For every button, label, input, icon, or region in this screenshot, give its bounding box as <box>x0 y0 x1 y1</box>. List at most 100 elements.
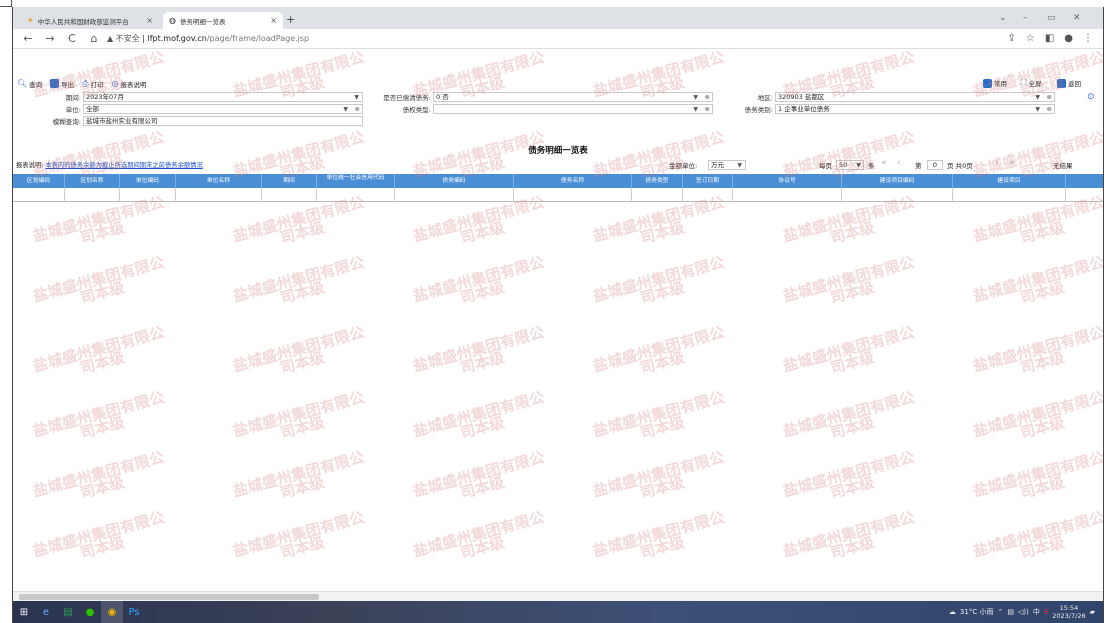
sogou-icon[interactable]: S <box>1044 608 1048 616</box>
close-icon[interactable]: × <box>270 16 277 25</box>
watermark: 盐城盛州集团有限公 司本级 <box>591 388 727 443</box>
right-type-select[interactable]: ▼ ⊗ <box>433 104 713 114</box>
minimize-icon[interactable]: – <box>1023 13 1028 23</box>
watermark: 盐城盛州集团有限公 司本级 <box>971 448 1104 503</box>
scroll-thumb[interactable] <box>19 594 319 600</box>
notification-icon[interactable]: ▰ <box>1090 608 1095 616</box>
network-icon[interactable]: ▤ <box>1007 608 1014 616</box>
watermark: 盐城盛州集团有限公 司本级 <box>971 508 1104 563</box>
clock-date: 2023/7/26 <box>1052 612 1086 620</box>
forward-icon[interactable]: → <box>43 32 57 45</box>
address-field[interactable]: ▲ 不安全 | lfpt.mof.gov.cn/page/frame/loadP… <box>107 33 309 44</box>
watermark: 盐城盛州集团有限公 司本级 <box>781 448 917 503</box>
tab-search-icon[interactable]: ⌄ <box>999 13 1007 23</box>
outer-frame-corner <box>0 0 12 7</box>
share-icon[interactable]: ⇪ <box>1007 33 1015 44</box>
watermark: 盐城盛州集团有限公 司本级 <box>231 323 367 378</box>
new-tab-icon[interactable]: + <box>286 13 295 26</box>
ie-icon[interactable]: e <box>35 601 57 623</box>
clear-icon[interactable]: ⊗ <box>355 105 360 113</box>
report-title: 债务明细一览表 <box>528 146 588 156</box>
collapse-icon[interactable]: ⊙ <box>1087 92 1095 102</box>
filter-row-2: 单位: 全部 ▼ ⊗ 债权类型: ▼ ⊗ 债务类别: 1 企事业单位债务 ▼ ⊗ <box>13 104 1103 115</box>
file-manager-icon[interactable]: ▤ <box>57 601 79 623</box>
watermark: 盐城盛州集团有限公 司本级 <box>231 388 367 443</box>
debt-category-select[interactable]: 1 企事业单位债务 ▼ ⊗ <box>775 104 1055 114</box>
watermark: 盐城盛州集团有限公 司本级 <box>31 448 167 503</box>
watermark: 盐城盛州集团有限公 司本级 <box>971 253 1104 308</box>
weather-text[interactable]: 31°C 小雨 <box>960 607 994 617</box>
tab-debt-list[interactable]: ◍ 债务明细一览表 × <box>163 12 283 29</box>
watermark: 盐城盛州集团有限公 司本级 <box>31 508 167 563</box>
column-header[interactable]: 建设项目编码 <box>842 174 953 188</box>
windows-taskbar: ⊞ e ▤ ● ◉ Ps ☁ 31°C 小雨 ⌃ ▤ ◁)) 中 S 15:54… <box>13 601 1103 623</box>
column-header[interactable]: 签订日期 <box>683 174 733 188</box>
column-header[interactable]: 单位编码 <box>120 174 176 188</box>
bookmark-star-icon[interactable]: ☆ <box>1026 33 1035 44</box>
wechat-icon[interactable]: ● <box>79 601 101 623</box>
watermark: 盐城盛州集团有限公 司本级 <box>971 323 1104 378</box>
profile-icon[interactable]: ● <box>1064 33 1073 44</box>
back-icon[interactable]: ← <box>21 32 35 45</box>
tab-mof-platform[interactable]: ✦ 中华人民共和国财政部监测平台 × <box>21 12 159 29</box>
fuzzy-label: 模糊查询: <box>52 118 81 126</box>
page-label: 第 <box>915 162 922 170</box>
amount-unit-value: 万元 <box>711 161 724 169</box>
watermark: 盐城盛州集团有限公 司本级 <box>781 323 917 378</box>
watermark: 盐城盛州集团有限公 司本级 <box>971 388 1104 443</box>
amount-unit-select[interactable]: 万元 ▼ <box>708 160 746 170</box>
restore-icon[interactable]: ▭ <box>1047 13 1056 23</box>
menu-icon[interactable]: ⋮ <box>1083 33 1093 44</box>
watermark: 盐城盛州集团有限公 司本级 <box>781 388 917 443</box>
fuzzy-value: 盐城市盐州实业有限公司 <box>86 117 158 125</box>
watermark: 盐城盛州集团有限公 司本级 <box>411 193 547 248</box>
tray-expand-icon[interactable]: ⌃ <box>997 608 1003 616</box>
chrome-icon[interactable]: ◉ <box>101 601 123 623</box>
watermark: 盐城盛州集团有限公 司本级 <box>411 508 547 563</box>
tab-strip: ✦ 中华人民共和国财政部监测平台 × ◍ 债务明细一览表 × + ⌄ – ▭ ✕ <box>13 7 1103 29</box>
watermark: 盐城盛州集团有限公 司本级 <box>411 388 547 443</box>
clear-icon[interactable]: ⊗ <box>705 93 710 101</box>
url-host: lfpt.mof.gov.cn <box>147 34 207 43</box>
page-total: 页 共0页 <box>947 162 973 170</box>
watermark: 盐城盛州集团有限公 司本级 <box>591 448 727 503</box>
clear-icon[interactable]: ⊗ <box>705 105 710 113</box>
page-value: 0 <box>932 161 938 169</box>
column-header[interactable]: 单位统一社会信用代码 <box>317 174 395 188</box>
close-icon[interactable]: × <box>146 16 153 25</box>
windows-start-icon[interactable]: ⊞ <box>13 601 35 623</box>
horizontal-scrollbar[interactable] <box>13 591 1103 601</box>
close-window-icon[interactable]: ✕ <box>1073 13 1081 23</box>
url-path: /page/frame/loadPage.jsp <box>206 34 310 43</box>
favicon-icon: ✦ <box>27 16 34 25</box>
side-panel-icon[interactable]: ◧ <box>1045 33 1054 44</box>
ime-indicator[interactable]: 中 <box>1033 607 1040 617</box>
photoshop-icon[interactable]: Ps <box>123 601 145 623</box>
report-toolbar: 🔍︎ 查询 导出 ⎙ 打印 ◎ 报表说明 常用 ⛶ 全屏 返回 <box>13 77 1103 90</box>
home-icon[interactable]: ⌂ <box>87 32 101 45</box>
search-icon: 🔍︎ <box>17 79 28 88</box>
chevron-down-icon: ▼ <box>737 162 742 169</box>
volume-icon[interactable]: ◁)) <box>1018 608 1029 616</box>
page-input[interactable]: 0 <box>927 160 943 170</box>
watermark: 盐城盛州集团有限公 司本级 <box>31 388 167 443</box>
clear-icon[interactable]: ⊗ <box>1047 105 1052 113</box>
watermark: 盐城盛州集团有限公 司本级 <box>781 253 917 308</box>
chevron-down-icon: ▼ <box>1035 106 1040 113</box>
watermark: 盐城盛州集团有限公 司本级 <box>31 253 167 308</box>
unit-select[interactable]: 全部 ▼ ⊗ <box>83 104 363 114</box>
watermark: 盐城盛州集团有限公 司本级 <box>411 448 547 503</box>
chevron-down-icon: ▼ <box>693 106 698 113</box>
reload-icon[interactable]: C <box>65 32 79 45</box>
watermark: 盐城盛州集团有限公 司本级 <box>31 193 167 248</box>
clock[interactable]: 15:54 2023/7/26 <box>1052 604 1085 620</box>
table-row[interactable] <box>13 188 1103 202</box>
watermark: 盐城盛州集团有限公 司本级 <box>591 253 727 308</box>
weather-icon: ☁ <box>948 608 956 616</box>
watermark: 盐城盛州集团有限公 司本级 <box>231 253 367 308</box>
warning-icon: ▲ <box>107 34 116 43</box>
fuzzy-search-input[interactable]: 盐城市盐州实业有限公司 <box>83 116 363 126</box>
period-select[interactable]: 2023年07月 ▼ <box>83 92 363 102</box>
filter-row-1: 期间: 2023年07月 ▼ 是否已偿清债务: 0 否 ▼ ⊗ 地区: 320903 … <box>13 92 1103 103</box>
system-tray: ☁ 31°C 小雨 ⌃ ▤ ◁)) 中 S 15:54 2023/7/26 ▰ <box>949 601 1103 623</box>
